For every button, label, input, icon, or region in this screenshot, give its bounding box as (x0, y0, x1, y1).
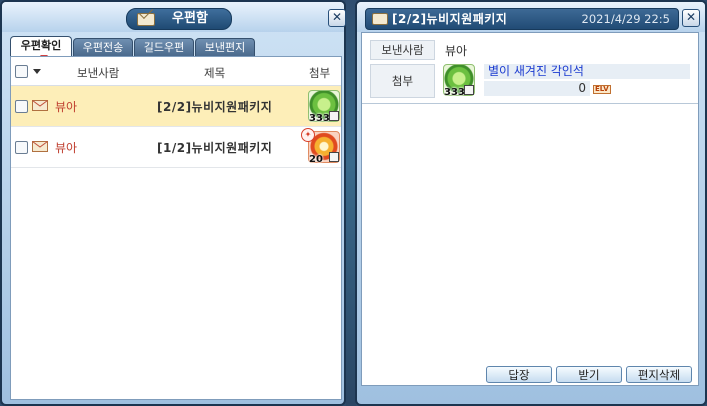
mail-detail-window: [2/2]뉴비지원패키지 2021/4/29 22:5 ✕ 보낸사람 뷰아 첨부… (355, 0, 707, 406)
event-badge-icon: ✦ (301, 128, 315, 142)
attachment-label: 첨부 (370, 64, 435, 98)
detail-title-bar: [2/2]뉴비지원패키지 2021/4/29 22:5 (365, 8, 679, 30)
attachment-name: 별이 새겨진 각인석 (484, 64, 690, 79)
select-dropdown-icon[interactable] (33, 69, 41, 74)
row-sender: 뷰아 (55, 100, 78, 114)
row-sender: 뷰아 (55, 141, 78, 155)
row-checkbox[interactable] (15, 100, 28, 113)
tab-check-mail[interactable]: 우편확인 (10, 36, 72, 56)
mailbox-titlebar[interactable]: 우편함 ✕ (2, 2, 346, 32)
engraved-stone-item-icon: 333 (308, 90, 340, 124)
item-tag-icon (464, 85, 474, 95)
row-attachment[interactable]: ✦ 20 (301, 128, 340, 165)
envelope-icon (372, 13, 388, 25)
row-subject: [2/2]뉴비지원패키지 (157, 100, 273, 114)
divider (362, 103, 698, 104)
mail-icon (32, 100, 48, 111)
tab-sent-mail[interactable]: 보낸편지 (195, 38, 255, 56)
row-checkbox[interactable] (15, 141, 28, 154)
detail-date: 2021/4/29 22:5 (581, 12, 670, 26)
mailbox-close-button[interactable]: ✕ (328, 9, 346, 27)
mailbox-window: 우편함 ✕ 우편확인 우편전송 길드우편 보낸편지 보낸사람 제목 첨부 뷰아 … (0, 0, 346, 406)
currency-tag: ELV (593, 85, 611, 94)
mail-list-header: 보낸사람 제목 첨부 (11, 57, 341, 86)
receive-button[interactable]: 받기 (556, 366, 622, 383)
detail-close-button[interactable]: ✕ (682, 9, 700, 27)
sender-label: 보낸사람 (370, 40, 435, 60)
sender-value: 뷰아 (445, 44, 468, 58)
item-tag-icon (329, 111, 339, 121)
column-header-attachment: 첨부 (309, 66, 331, 80)
reply-button[interactable]: 답장 (486, 366, 552, 383)
mail-row[interactable]: 뷰아 [2/2]뉴비지원패키지 333 (11, 86, 341, 127)
mail-icon (32, 141, 48, 152)
column-header-sender: 보낸사람 (77, 66, 120, 80)
item-tag-icon (329, 152, 339, 162)
item-quantity: 20 (309, 154, 323, 165)
attachment-slot[interactable]: 333 (443, 64, 475, 98)
envelope-icon (137, 13, 155, 26)
detail-titlebar[interactable]: [2/2]뉴비지원패키지 2021/4/29 22:5 ✕ (357, 2, 705, 32)
mailbox-title-pill: 우편함 (126, 8, 232, 30)
attachment-quantity: 333 (444, 87, 465, 98)
mail-detail-panel: 보낸사람 뷰아 첨부 333 별이 새겨진 각인석 0 ELV (361, 32, 699, 386)
row-attachment[interactable]: 333 (308, 90, 340, 124)
tab-send-mail[interactable]: 우편전송 (73, 38, 133, 56)
detail-subject: [2/2]뉴비지원패키지 (392, 12, 508, 26)
item-quantity: 333 (309, 113, 330, 124)
delete-mail-button[interactable]: 편지삭제 (626, 366, 692, 383)
mailbox-title: 우편함 (172, 11, 208, 26)
column-header-subject: 제목 (204, 66, 226, 80)
mail-list-panel: 보낸사람 제목 첨부 뷰아 [2/2]뉴비지원패키지 333 뷰아 [1/2]뉴… (10, 56, 342, 400)
attachment-price: 0 (484, 81, 590, 96)
mail-row[interactable]: 뷰아 [1/2]뉴비지원패키지 ✦ 20 (11, 127, 341, 168)
package-item-icon: ✦ 20 (301, 128, 340, 165)
tab-guild-mail[interactable]: 길드우편 (134, 38, 194, 56)
engraved-stone-item-icon: 333 (443, 64, 475, 98)
select-all-checkbox[interactable] (15, 65, 28, 78)
row-subject: [1/2]뉴비지원패키지 (157, 141, 273, 155)
